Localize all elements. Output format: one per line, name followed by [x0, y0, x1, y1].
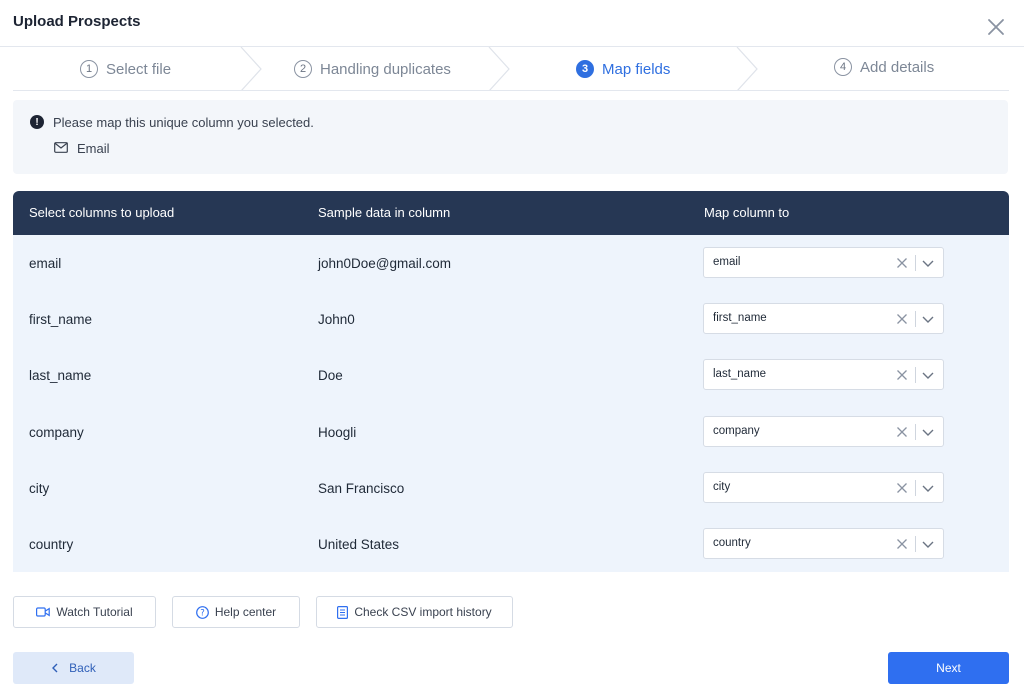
column-name: last_name [29, 368, 92, 384]
sample-value: Hoogli [318, 424, 357, 440]
table-row: city San Francisco city [13, 460, 1009, 516]
next-label: Next [936, 661, 961, 675]
column-name: email [29, 256, 62, 271]
selected-field: last_name [713, 368, 767, 381]
sample-value: Doe [318, 368, 343, 384]
selected-field: first_name [713, 312, 767, 325]
watch-tutorial-label: Watch Tutorial [56, 605, 133, 619]
table-row: company Hoogli company [13, 404, 1009, 460]
csv-history-button[interactable]: Check CSV import history [316, 596, 513, 628]
map-column-select[interactable]: first_name [703, 303, 944, 335]
column-name: company [29, 424, 84, 440]
select-divider [915, 367, 916, 384]
step-select-file[interactable]: 1 Select file [80, 47, 171, 91]
selected-field: company [713, 424, 760, 437]
chevron-down-icon[interactable] [921, 482, 935, 494]
unique-column-notice: ! Please map this unique column you sele… [13, 100, 1008, 174]
column-name: country [29, 536, 74, 552]
back-button[interactable]: Back [13, 652, 134, 684]
step-label: Add details [860, 58, 935, 76]
document-icon [337, 605, 349, 619]
table-row: last_name Doe last_name [13, 347, 1009, 403]
help-center-label: Help center [214, 605, 277, 619]
clear-icon[interactable] [896, 313, 908, 325]
table-row: first_name John0 first_name [13, 291, 1009, 347]
step-label: Map fields [602, 60, 671, 78]
select-divider [915, 423, 916, 440]
mail-icon [54, 142, 68, 153]
map-column-select[interactable]: city [703, 471, 944, 503]
mapping-table: Select columns to upload Sample data in … [13, 191, 1009, 572]
header-map-column: Map column to [704, 205, 790, 220]
alert-circle-icon: ! [30, 115, 44, 129]
step-number: 2 [294, 60, 312, 78]
map-column-select[interactable]: email [703, 247, 944, 278]
clear-icon[interactable] [896, 426, 908, 438]
table-header: Select columns to upload Sample data in … [13, 191, 1009, 235]
next-button[interactable]: Next [888, 652, 1009, 684]
column-name: city [29, 480, 50, 496]
step-number: 4 [834, 58, 852, 76]
help-circle-icon: ? [195, 605, 209, 619]
selected-field: email [713, 256, 741, 268]
table-row: email john0Doe@gmail.com email [13, 235, 1009, 291]
unique-column-name: Email [77, 141, 110, 156]
close-icon[interactable] [986, 17, 1006, 37]
header-select-columns: Select columns to upload [29, 205, 175, 220]
sample-value: john0Doe@gmail.com [318, 256, 452, 271]
clear-icon[interactable] [896, 369, 908, 381]
chevron-down-icon[interactable] [921, 538, 935, 550]
modal-title: Upload Prospects [13, 13, 141, 30]
chevron-down-icon[interactable] [921, 313, 935, 325]
watch-tutorial-button[interactable]: Watch Tutorial [13, 596, 156, 628]
selected-field: city [713, 480, 731, 493]
map-column-select[interactable]: country [703, 527, 944, 559]
video-icon [36, 607, 51, 617]
select-divider [915, 255, 916, 271]
step-label: Handling duplicates [320, 60, 451, 78]
notice-message: Please map this unique column you select… [53, 115, 314, 130]
selected-field: country [713, 536, 751, 549]
sample-value: San Francisco [318, 480, 405, 496]
chevron-down-icon[interactable] [921, 426, 935, 438]
map-column-select[interactable]: company [703, 415, 944, 447]
chevron-down-icon[interactable] [921, 257, 935, 269]
csv-history-label: Check CSV import history [354, 605, 492, 619]
svg-text:?: ? [200, 608, 205, 618]
chevron-down-icon[interactable] [921, 369, 935, 381]
select-divider [915, 535, 916, 552]
select-divider [915, 479, 916, 496]
step-add-details[interactable]: 4 Add details [834, 45, 934, 89]
select-divider [915, 311, 916, 328]
back-label: Back [69, 661, 96, 675]
table-row: country United States country [13, 516, 1009, 572]
header-sample-data: Sample data in column [318, 205, 451, 220]
help-center-button[interactable]: ? Help center [172, 596, 300, 628]
column-name: first_name [29, 312, 93, 328]
clear-icon[interactable] [896, 482, 908, 494]
step-number: 1 [80, 60, 98, 78]
stepper: 1 Select file 2 Handling duplicates 3 Ma… [13, 47, 1009, 91]
step-map-fields[interactable]: 3 Map fields [576, 47, 670, 91]
step-handling-duplicates[interactable]: 2 Handling duplicates [294, 47, 451, 91]
step-number: 3 [576, 60, 594, 78]
step-label: Select file [106, 60, 172, 78]
sample-value: United States [318, 536, 400, 552]
map-column-select[interactable]: last_name [703, 359, 944, 391]
sample-value: John0 [318, 312, 355, 328]
clear-icon[interactable] [896, 538, 908, 550]
chevron-left-icon [52, 663, 58, 673]
clear-icon[interactable] [896, 257, 908, 269]
